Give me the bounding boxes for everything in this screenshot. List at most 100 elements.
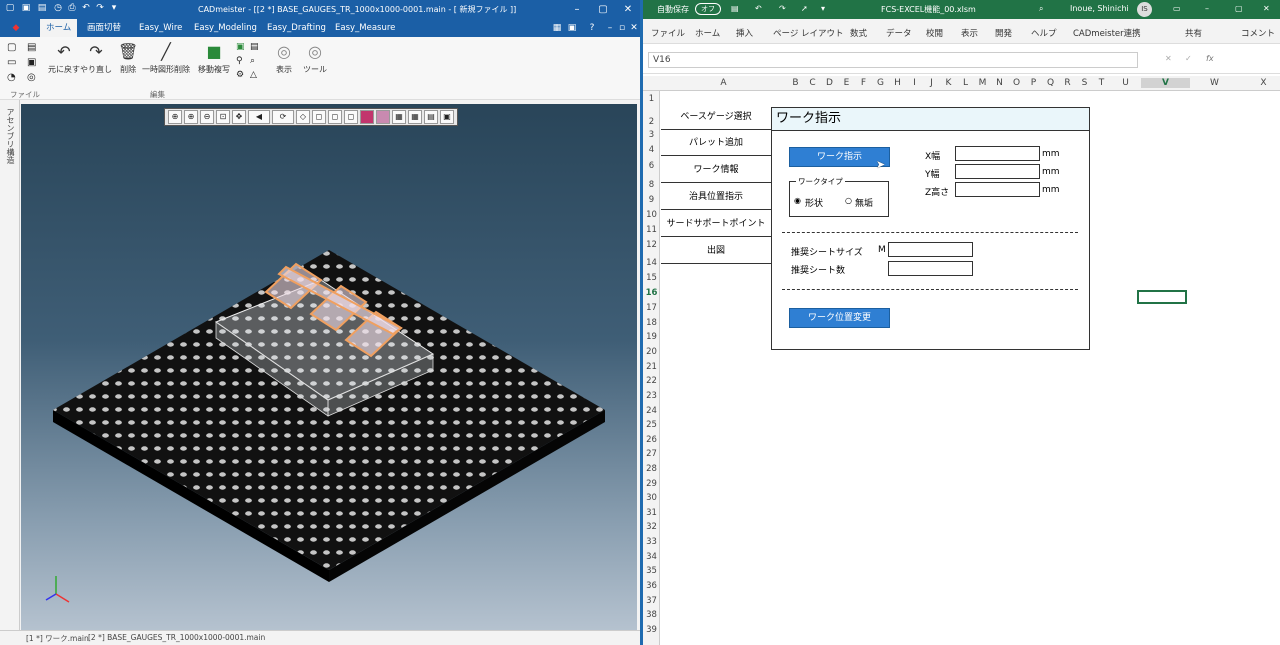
help-icon[interactable]: ?: [586, 22, 598, 34]
column-header[interactable]: M: [974, 78, 991, 88]
column-header[interactable]: J: [923, 78, 940, 88]
mirror-icon[interactable]: ▣: [236, 42, 245, 52]
sheet-count-field[interactable]: [888, 261, 973, 276]
file-export-icon[interactable]: ▣: [27, 57, 36, 68]
column-header[interactable]: D: [821, 78, 838, 88]
name-box[interactable]: V16: [648, 52, 1138, 68]
redo-quick-icon[interactable]: ↷: [94, 2, 106, 14]
menu-home[interactable]: ホーム: [695, 27, 720, 39]
print-icon[interactable]: ⎙: [66, 2, 78, 14]
maximize-icon[interactable]: ▢: [592, 0, 614, 19]
tab-screen-switch[interactable]: 画面切替: [81, 19, 127, 37]
move-copy-button[interactable]: ■ 移動複写: [198, 43, 230, 75]
row-header[interactable]: 16: [643, 288, 660, 298]
row-header[interactable]: 33: [643, 537, 660, 547]
row-header[interactable]: 19: [643, 332, 660, 342]
column-header[interactable]: Q: [1042, 78, 1059, 88]
row-header[interactable]: 31: [643, 508, 660, 518]
tab-easy-measure[interactable]: Easy_Measure: [329, 19, 401, 37]
menu-formulas[interactable]: 数式: [850, 27, 867, 39]
cancel-icon[interactable]: ✕: [1165, 54, 1172, 63]
column-header[interactable]: K: [940, 78, 957, 88]
undo-quick-icon[interactable]: ↶: [80, 2, 92, 14]
column-header[interactable]: S: [1076, 78, 1093, 88]
sheet-size-field[interactable]: [888, 242, 973, 257]
row-header[interactable]: 17: [643, 303, 660, 313]
work-position-change-button[interactable]: ワーク位置変更: [789, 308, 890, 328]
y-width-field[interactable]: [955, 164, 1040, 179]
base-gauge-select-button[interactable]: ベースゲージ選択: [661, 104, 771, 130]
column-header[interactable]: P: [1025, 78, 1042, 88]
row-header[interactable]: 1: [643, 94, 660, 104]
menu-page-layout[interactable]: ページ レイアウト: [773, 27, 844, 39]
row-header[interactable]: 18: [643, 318, 660, 328]
row-header[interactable]: 34: [643, 552, 660, 562]
row-header[interactable]: 12: [643, 240, 660, 250]
zoom-icon[interactable]: ⌕: [250, 56, 255, 66]
layout-icon[interactable]: ▦: [551, 22, 563, 34]
row-header[interactable]: 36: [643, 581, 660, 591]
column-header[interactable]: W: [1190, 78, 1239, 88]
row-header[interactable]: 22: [643, 376, 660, 386]
copy-icon[interactable]: ▤: [250, 42, 259, 52]
doc-tab-base-gauges[interactable]: [2 *] BASE_GAUGES_TR_1000x1000-0001.main: [88, 633, 265, 642]
row-header[interactable]: 35: [643, 566, 660, 576]
column-header[interactable]: H: [889, 78, 906, 88]
tab-easy-drafting[interactable]: Easy_Drafting: [261, 19, 332, 37]
mdi-minimize-icon[interactable]: –: [604, 22, 616, 34]
column-header[interactable]: U: [1110, 78, 1141, 88]
autosave-toggle[interactable]: オフ: [695, 3, 721, 15]
file-new-icon[interactable]: ▢: [7, 42, 16, 53]
tab-home[interactable]: ホーム: [40, 19, 78, 37]
delete-button[interactable]: 🗑 削除: [118, 43, 138, 75]
close-icon[interactable]: ✕: [617, 0, 639, 19]
mdi-close-icon[interactable]: ✕: [628, 22, 640, 34]
excel-minimize-icon[interactable]: –: [1205, 4, 1209, 13]
radio-shape-icon[interactable]: ◉: [794, 196, 801, 205]
column-header[interactable]: I: [906, 78, 923, 88]
excel-undo-icon[interactable]: ↶: [755, 4, 762, 13]
undo-button[interactable]: ↶ 元に戻す: [48, 43, 80, 75]
add-pallet-button[interactable]: パレット追加: [661, 130, 771, 156]
enter-icon[interactable]: ✓: [1185, 54, 1192, 63]
tool-button[interactable]: ◎ ツール: [303, 43, 327, 75]
row-header[interactable]: 3: [643, 130, 660, 140]
menu-developer[interactable]: 開発: [995, 27, 1012, 39]
tab-easy-modeling[interactable]: Easy_Modeling: [188, 19, 263, 37]
row-header[interactable]: 32: [643, 522, 660, 532]
row-header[interactable]: 29: [643, 479, 660, 489]
quick-access-dropdown-icon[interactable]: ▾: [108, 2, 120, 14]
column-header[interactable]: E: [838, 78, 855, 88]
row-header[interactable]: 27: [643, 449, 660, 459]
row-header[interactable]: 23: [643, 391, 660, 401]
menu-insert[interactable]: 挿入: [736, 27, 753, 39]
shape-icon[interactable]: △: [250, 70, 257, 80]
excel-qa-dropdown-icon[interactable]: ▾: [821, 4, 825, 13]
column-header[interactable]: G: [872, 78, 889, 88]
new-file-icon[interactable]: ▢: [4, 2, 16, 14]
row-header[interactable]: 37: [643, 596, 660, 606]
assembly-sidebar[interactable]: アセンブリ構造: [0, 100, 20, 632]
column-header[interactable]: B: [787, 78, 804, 88]
row-header[interactable]: 11: [643, 225, 660, 235]
doc-tab-work[interactable]: [1 *] ワーク.main: [26, 633, 89, 644]
file-search-icon[interactable]: ◎: [27, 72, 36, 83]
row-header[interactable]: 24: [643, 406, 660, 416]
row-header[interactable]: 9: [643, 195, 660, 205]
jig-position-button[interactable]: 治具位置指示: [661, 184, 771, 210]
column-header[interactable]: L: [957, 78, 974, 88]
redo-button[interactable]: ↷ やり直し: [80, 43, 112, 75]
work-info-button[interactable]: ワーク情報: [661, 157, 771, 183]
menu-review[interactable]: 校閲: [926, 27, 943, 39]
display-button[interactable]: ◎ 表示: [276, 43, 292, 75]
row-header[interactable]: 20: [643, 347, 660, 357]
radio-shape-label[interactable]: 形状: [805, 196, 823, 209]
row-header[interactable]: 21: [643, 362, 660, 372]
mdi-restore-icon[interactable]: ▫: [616, 22, 628, 34]
menu-data[interactable]: データ: [886, 27, 912, 39]
pin-icon[interactable]: ⚲: [236, 56, 243, 66]
row-header[interactable]: 15: [643, 273, 660, 283]
row-header[interactable]: 38: [643, 610, 660, 620]
menu-view[interactable]: 表示: [961, 27, 978, 39]
window-icon[interactable]: ▣: [566, 22, 578, 34]
